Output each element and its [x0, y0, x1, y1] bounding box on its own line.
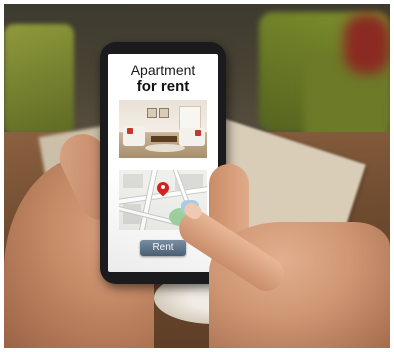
wall-picture: [147, 108, 157, 118]
sofa: [179, 128, 205, 146]
photo-scene: Apartment for rent Rent: [4, 4, 390, 348]
blurred-chair-left: [4, 24, 74, 134]
wall-picture: [159, 108, 169, 118]
coffee-table: [151, 136, 177, 142]
screen-title-line1: Apartment: [130, 62, 196, 78]
blurred-red-object: [344, 14, 390, 74]
rent-button[interactable]: Rent: [140, 240, 186, 256]
red-cushion: [127, 128, 133, 134]
map-block: [123, 174, 143, 188]
screen-title-line2: for rent: [136, 78, 190, 95]
living-room-photo[interactable]: [119, 100, 207, 158]
red-cushion: [195, 130, 201, 136]
window: [179, 106, 201, 130]
location-pin-center: [161, 185, 165, 189]
